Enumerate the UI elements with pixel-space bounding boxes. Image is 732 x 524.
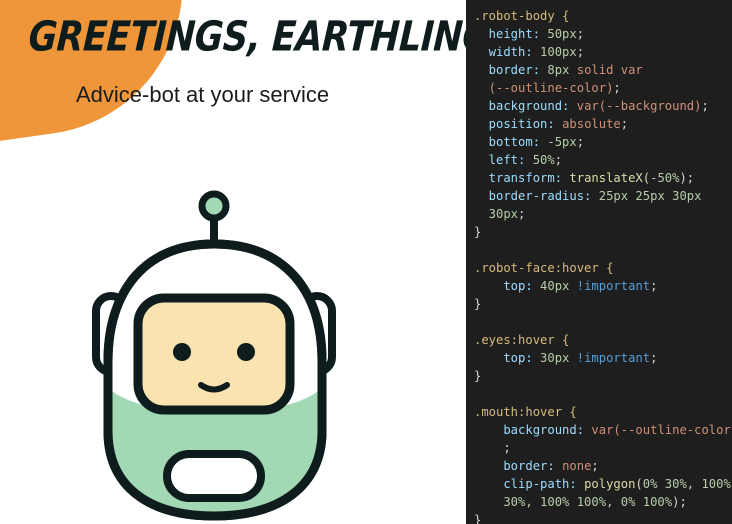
code-token: ; — [576, 27, 585, 41]
robot-belly-panel — [163, 450, 265, 502]
page-subtitle: Advice-bot at your service — [76, 82, 330, 107]
code-token: !important — [569, 279, 651, 293]
code-token: } — [474, 369, 482, 383]
code-line: background: var(--background); — [474, 97, 732, 115]
code-line: } — [474, 295, 732, 313]
code-token: .robot-body { — [474, 9, 570, 23]
code-token: (--outline-color) — [474, 81, 614, 95]
code-token: var(--background) — [576, 99, 702, 113]
code-token: top: — [474, 279, 541, 293]
code-token: height: — [474, 27, 548, 41]
code-token: } — [474, 225, 482, 239]
code-token: position: — [474, 117, 563, 131]
code-token: ; — [701, 99, 709, 113]
code-token: bottom: — [474, 135, 548, 149]
code-line: left: 50%; — [474, 151, 732, 169]
code-line: } — [474, 367, 732, 385]
preview-pane: Greetings, Earthling! Advice-bot at your… — [0, 0, 466, 524]
page-title: Greetings, Earthling! — [27, 14, 466, 62]
code-token: solid var — [569, 63, 643, 77]
code-line: top: 40px !important; — [474, 277, 732, 295]
code-token: ); — [672, 495, 687, 509]
robot-eye-right — [237, 343, 255, 361]
code-line: } — [474, 223, 732, 241]
code-token: 50% — [532, 153, 555, 167]
code-token: border: — [474, 459, 563, 473]
code-token: background: — [474, 423, 592, 437]
code-token: top: — [474, 351, 541, 365]
code-line: width: 100px; — [474, 43, 732, 61]
code-line: ; — [474, 439, 732, 457]
code-token: -5px — [547, 135, 577, 149]
robot-eye-left — [173, 343, 191, 361]
code-line: 30%, 100% 100%, 0% 100%); — [474, 493, 732, 511]
code-line: border: none; — [474, 457, 732, 475]
code-token: 8px — [547, 63, 570, 77]
code-line: border: 8px solid var — [474, 61, 732, 79]
code-line: 30px; — [474, 205, 732, 223]
code-token: border: — [474, 63, 548, 77]
code-line: background: var(--outline-color) — [474, 421, 732, 439]
code-line: .eyes:hover { — [474, 331, 732, 349]
code-token: 100px — [540, 45, 577, 59]
code-token: transform: — [474, 171, 570, 185]
code-line: .mouth:hover { — [474, 403, 732, 421]
code-token: 30px — [474, 207, 519, 221]
code-line: .robot-face:hover { — [474, 259, 732, 277]
code-line: clip-path: polygon(0% 30%, 100% — [474, 475, 732, 493]
code-token: ; — [518, 207, 526, 221]
code-token: .eyes:hover { — [474, 333, 570, 347]
code-token: } — [474, 297, 482, 311]
code-line: position: absolute; — [474, 115, 732, 133]
robot-face — [133, 293, 295, 415]
code-line: height: 50px; — [474, 25, 732, 43]
code-token: var(--outline-color) — [591, 423, 732, 437]
code-token: absolute — [562, 117, 621, 131]
robot-antenna-tip — [198, 190, 230, 222]
code-token: ; — [576, 45, 585, 59]
code-token: ; — [650, 279, 658, 293]
code-token: width: — [474, 45, 541, 59]
code-token: } — [474, 513, 482, 524]
code-token: clip-path: — [474, 477, 585, 491]
code-line: (--outline-color); — [474, 79, 732, 97]
code-token: ; — [613, 81, 621, 95]
code-line: } — [474, 511, 732, 524]
code-line: transform: translateX(-50%); — [474, 169, 732, 187]
code-token: ; — [591, 459, 599, 473]
code-token: 0% 30%, 100% — [642, 477, 731, 491]
robot-illustration[interactable] — [90, 186, 340, 524]
code-token: 25px 25px 30px — [598, 189, 702, 203]
code-token: 50px — [547, 27, 577, 41]
code-token: ); — [679, 171, 695, 185]
code-token: 30%, 100% 100%, 0% 100% — [474, 495, 673, 509]
code-editor[interactable]: .robot-body { height: 50px; width: 100px… — [466, 0, 732, 524]
code-token: 30px — [540, 351, 570, 365]
code-line: .robot-body { — [474, 7, 732, 25]
code-token: left: — [474, 153, 533, 167]
code-token: ; — [576, 135, 585, 149]
code-token: .robot-face:hover { — [474, 261, 614, 275]
code-line: border-radius: 25px 25px 30px — [474, 187, 732, 205]
code-line: bottom: -5px; — [474, 133, 732, 151]
code-token: .mouth:hover { — [474, 405, 577, 419]
code-token: ; — [554, 153, 563, 167]
code-token: translateX( — [569, 171, 651, 185]
code-token: none — [562, 459, 592, 473]
code-token: polygon( — [584, 477, 643, 491]
code-token: ; — [474, 441, 511, 455]
code-token: -50% — [650, 171, 680, 185]
code-token: !important — [569, 351, 651, 365]
code-token: border-radius: — [474, 189, 599, 203]
code-token: background: — [474, 99, 577, 113]
code-line: top: 30px !important; — [474, 349, 732, 367]
code-token: 40px — [540, 279, 570, 293]
code-token: ; — [650, 351, 658, 365]
code-token: ; — [620, 117, 629, 131]
